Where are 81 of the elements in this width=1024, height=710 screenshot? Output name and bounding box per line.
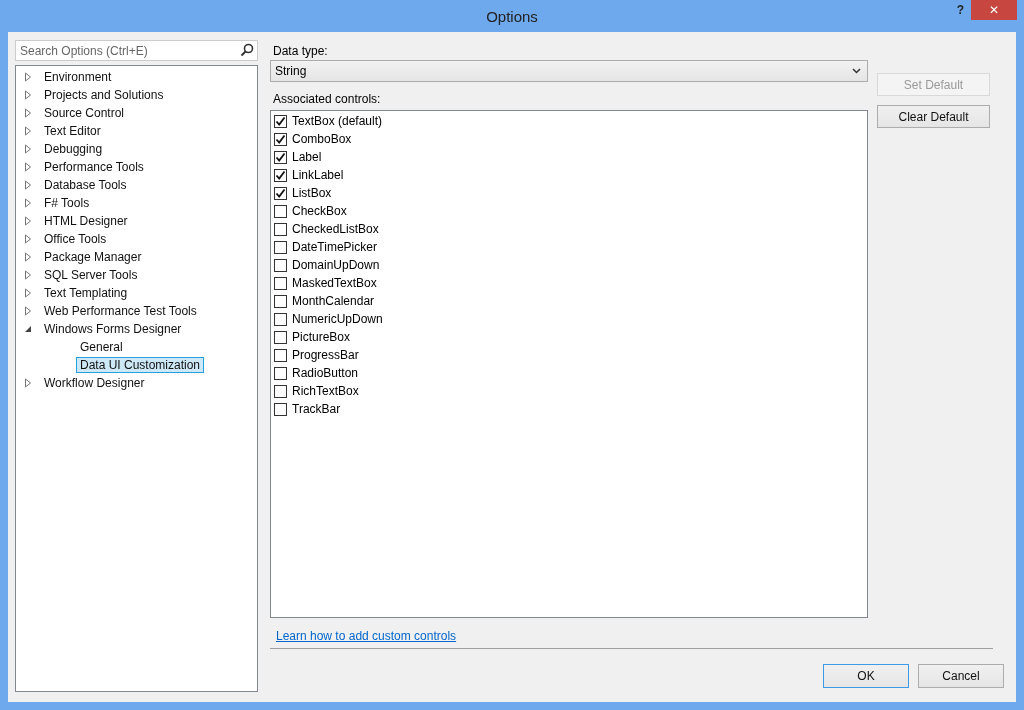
checkbox-label[interactable]: NumericUpDown xyxy=(292,312,383,326)
checkbox[interactable] xyxy=(274,150,287,164)
tree-item[interactable]: Source Control xyxy=(40,105,129,121)
tree-item[interactable]: General xyxy=(76,339,127,355)
checkbox-label[interactable]: PictureBox xyxy=(292,330,351,344)
tree-item[interactable]: Debugging xyxy=(40,141,107,157)
checkbox-label[interactable]: LinkLabel xyxy=(292,168,344,182)
data-type-dropdown[interactable]: String xyxy=(270,60,868,82)
collapsed-triangle-icon[interactable] xyxy=(24,216,32,226)
checkbox-label[interactable]: CheckedListBox xyxy=(292,222,379,236)
tree-item[interactable]: Text Editor xyxy=(40,123,105,139)
search-icon xyxy=(240,43,254,57)
search-field[interactable]: Search Options (Ctrl+E) xyxy=(15,40,258,61)
tree-item[interactable]: Web Performance Test Tools xyxy=(40,303,201,319)
expanded-triangle-icon[interactable] xyxy=(24,325,32,333)
tree-item[interactable]: Text Templating xyxy=(40,285,132,301)
chevron-down-icon xyxy=(852,68,861,74)
collapsed-triangle-icon[interactable] xyxy=(24,144,32,154)
checkbox[interactable] xyxy=(274,330,287,344)
checkbox-label[interactable]: TrackBar xyxy=(292,402,341,416)
checkbox[interactable] xyxy=(274,204,287,218)
checkbox-label[interactable]: RadioButton xyxy=(292,366,359,380)
checkbox-label[interactable]: ComboBox xyxy=(292,132,352,146)
tree-item[interactable]: Data UI Customization xyxy=(76,357,205,373)
dialog-button[interactable]: OK xyxy=(823,664,909,688)
dialog-button[interactable]: Cancel xyxy=(918,664,1004,688)
collapsed-triangle-icon[interactable] xyxy=(24,198,32,208)
checkbox[interactable] xyxy=(274,132,287,146)
learn-link[interactable]: Learn how to add custom controls xyxy=(270,621,463,648)
tree-item[interactable]: SQL Server Tools xyxy=(40,267,142,283)
tree-item[interactable]: F# Tools xyxy=(40,195,94,211)
collapsed-triangle-icon[interactable] xyxy=(24,90,32,100)
tree-item[interactable]: Office Tools xyxy=(40,231,111,247)
close-button[interactable]: ✕ xyxy=(971,0,1017,20)
checkbox[interactable] xyxy=(274,312,287,326)
collapsed-triangle-icon[interactable] xyxy=(24,288,32,298)
checkbox[interactable] xyxy=(274,240,287,254)
checkbox[interactable] xyxy=(274,366,287,380)
checkbox-label[interactable]: CheckBox xyxy=(292,204,347,218)
collapsed-triangle-icon[interactable] xyxy=(24,108,32,118)
collapsed-triangle-icon[interactable] xyxy=(24,72,32,82)
checkbox[interactable] xyxy=(274,258,287,272)
default-button[interactable]: Clear Default xyxy=(877,105,990,128)
tree-item[interactable]: Windows Forms Designer xyxy=(40,321,186,337)
checkbox-label[interactable]: MonthCalendar xyxy=(292,294,375,308)
collapsed-triangle-icon[interactable] xyxy=(24,378,32,388)
data-type-label: Data type: xyxy=(272,43,329,60)
checkbox[interactable] xyxy=(274,168,287,182)
checkbox-label[interactable]: RichTextBox xyxy=(292,384,359,398)
tree-item[interactable]: Projects and Solutions xyxy=(40,87,168,103)
checkbox[interactable] xyxy=(274,402,287,416)
checkbox-label[interactable]: ListBox xyxy=(292,186,332,200)
collapsed-triangle-icon[interactable] xyxy=(24,252,32,262)
checkbox-label[interactable]: DateTimePicker xyxy=(292,240,377,254)
collapsed-triangle-icon[interactable] xyxy=(24,234,32,244)
tree-item[interactable]: Package Manager xyxy=(40,249,146,265)
collapsed-triangle-icon[interactable] xyxy=(24,180,32,190)
window-title: Options xyxy=(486,7,538,25)
checkbox-label[interactable]: ProgressBar xyxy=(292,348,359,362)
checkbox[interactable] xyxy=(274,222,287,236)
tree-item[interactable]: Workflow Designer xyxy=(40,375,149,391)
checkbox[interactable] xyxy=(274,294,287,308)
tree-item[interactable]: Environment xyxy=(40,69,116,85)
checkbox[interactable] xyxy=(274,186,287,200)
tree-item[interactable]: Database Tools xyxy=(40,177,131,193)
checkbox[interactable] xyxy=(274,384,287,398)
checkbox-label[interactable]: MaskedTextBox xyxy=(292,276,377,290)
checkbox-label[interactable]: Label xyxy=(292,150,322,164)
help-button[interactable]: ? xyxy=(956,3,964,17)
tree-item[interactable]: Performance Tools xyxy=(40,159,148,175)
tree-item[interactable]: HTML Designer xyxy=(40,213,132,229)
checkbox-label[interactable]: TextBox (default) xyxy=(292,114,383,128)
checkbox[interactable] xyxy=(274,114,287,128)
collapsed-triangle-icon[interactable] xyxy=(24,162,32,172)
associated-controls-label: Associated controls: xyxy=(272,91,382,108)
collapsed-triangle-icon[interactable] xyxy=(24,270,32,280)
checkbox-label[interactable]: DomainUpDown xyxy=(292,258,380,272)
collapsed-triangle-icon[interactable] xyxy=(24,126,32,136)
checkbox[interactable] xyxy=(274,276,287,290)
collapsed-triangle-icon[interactable] xyxy=(24,306,32,316)
checkbox[interactable] xyxy=(274,348,287,362)
